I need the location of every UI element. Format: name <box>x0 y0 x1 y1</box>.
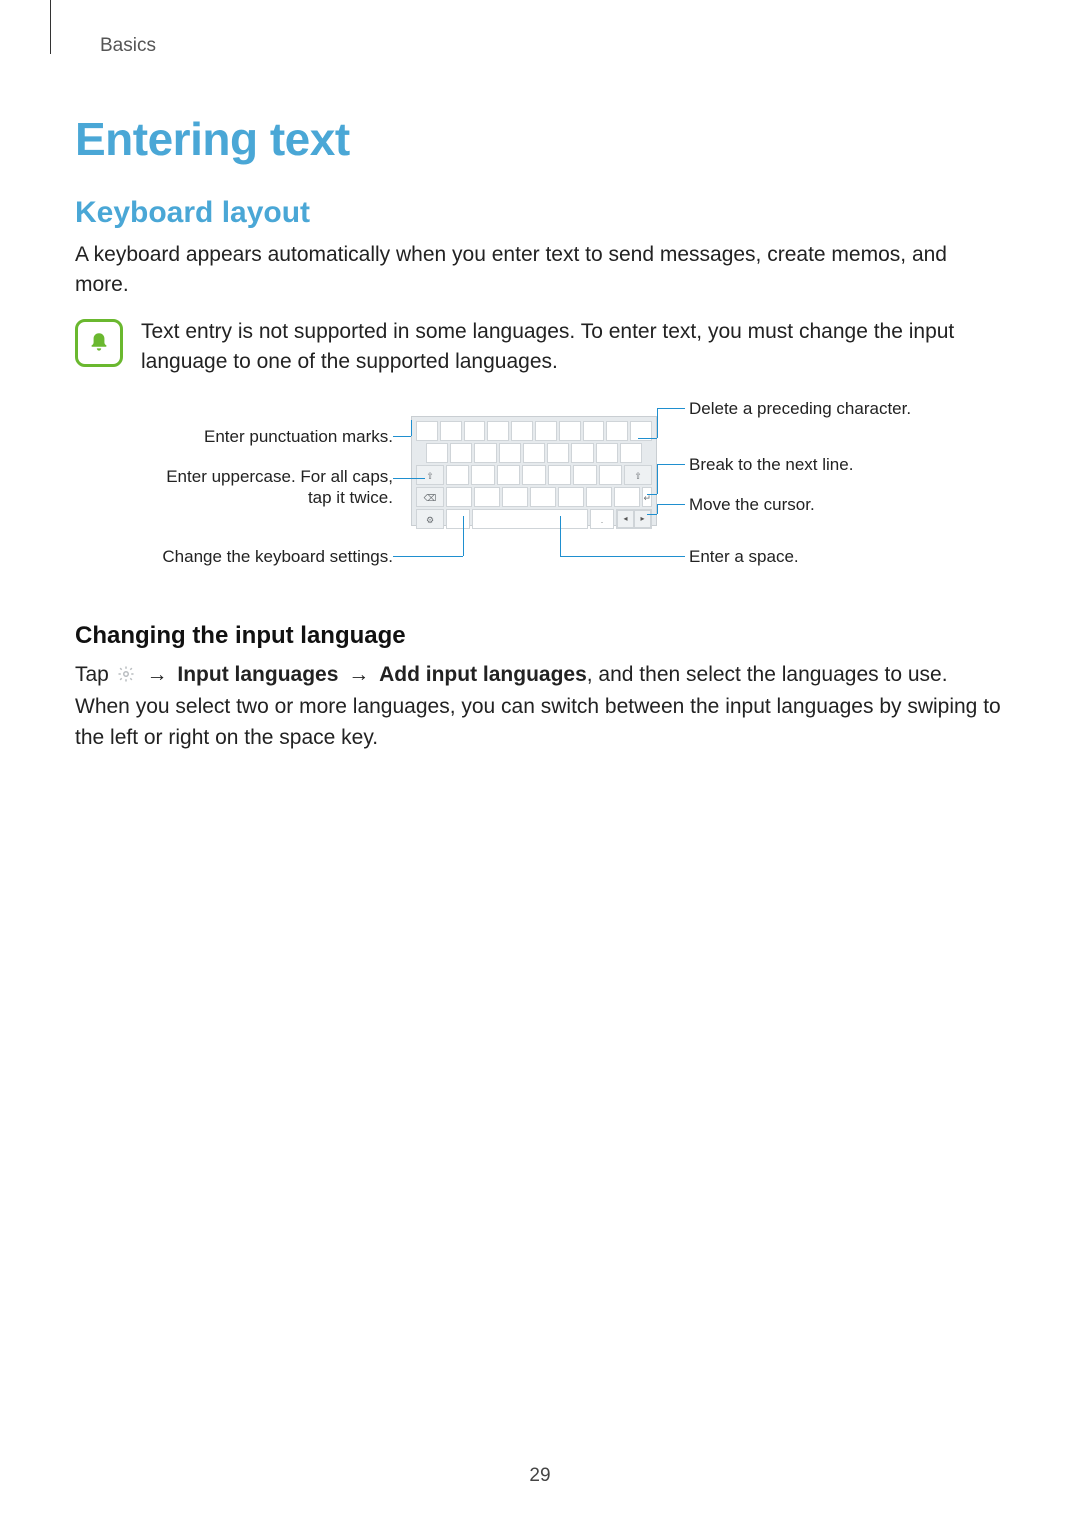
breadcrumb: Basics <box>100 35 1005 57</box>
page-title: Entering text <box>75 112 1005 166</box>
shift-key-right: ⇧ <box>624 465 652 485</box>
enter-key: ↵ <box>642 487 652 507</box>
page-number: 29 <box>0 1465 1080 1487</box>
keyboard-layout-description: A keyboard appears automatically when yo… <box>75 240 1005 301</box>
space-key <box>472 509 588 529</box>
callout-nextline: Break to the next line. <box>689 454 853 475</box>
callout-cursor: Move the cursor. <box>689 494 815 515</box>
section-changing-language: Changing the input language <box>75 622 1005 650</box>
bell-icon <box>75 319 123 367</box>
changing-language-body: Tap → Input languages → Add input langua… <box>75 660 1005 753</box>
note-text: Text entry is not supported in some lang… <box>141 317 1005 378</box>
gear-icon <box>117 662 135 692</box>
symbol-key <box>446 509 470 529</box>
callout-settings: Change the keyboard settings. <box>162 546 393 567</box>
callout-uppercase: Enter uppercase. For all caps, tap it tw… <box>166 466 393 509</box>
keyboard-diagram: ⇧ ⇧ ⌫ ↵ ⚙ . ◂▸ <box>75 398 1005 598</box>
keyboard-illustration: ⇧ ⇧ ⌫ ↵ ⚙ . ◂▸ <box>411 416 657 526</box>
header-rule <box>50 0 51 54</box>
cursor-keys: ◂▸ <box>616 509 652 529</box>
callout-space: Enter a space. <box>689 546 799 567</box>
shift-key-left: ⇧ <box>416 465 444 485</box>
settings-key: ⚙ <box>416 509 444 529</box>
section-keyboard-layout: Keyboard layout <box>75 196 1005 230</box>
period-key: . <box>590 509 614 529</box>
note-block: Text entry is not supported in some lang… <box>75 317 1005 378</box>
callout-delete: Delete a preceding character. <box>689 398 911 419</box>
backspace-key: ⌫ <box>416 487 444 507</box>
callout-punctuation: Enter punctuation marks. <box>204 426 393 447</box>
